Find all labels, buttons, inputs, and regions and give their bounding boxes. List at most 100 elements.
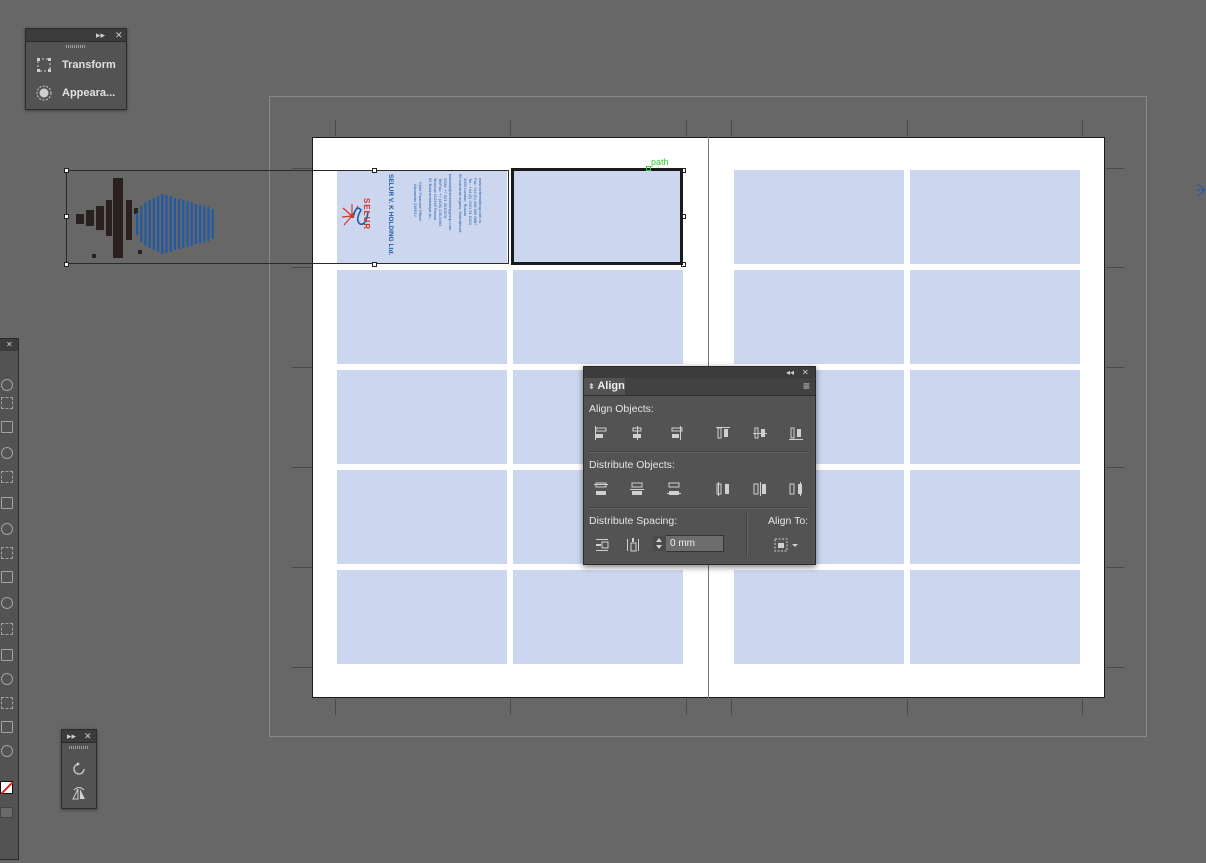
lasso-tool-icon[interactable] (1, 397, 13, 409)
transform-panel-button[interactable]: Transform (36, 57, 116, 73)
align-to-divider (746, 513, 748, 557)
card-cell[interactable] (337, 270, 507, 364)
stepper-up-icon[interactable] (656, 538, 662, 542)
transform-label: Transform (62, 59, 116, 71)
drawing-mode-button[interactable] (0, 807, 13, 818)
type-tool-icon[interactable] (1, 421, 13, 433)
graph-tool-icon[interactable] (1, 571, 13, 583)
card-cell[interactable] (513, 270, 683, 364)
horizontal-align-left-button[interactable] (592, 424, 610, 442)
align-panel-titlebar[interactable]: ◂◂ ✕ (584, 367, 815, 378)
card-cell[interactable] (513, 570, 683, 664)
help-tool-icon[interactable] (1, 745, 13, 757)
crop-mark (292, 267, 312, 268)
crop-mark (1082, 699, 1083, 715)
vertical-distribute-top-button[interactable] (592, 480, 610, 498)
align-to-dropdown[interactable] (772, 536, 802, 554)
selected-card-cell[interactable] (511, 168, 683, 265)
card-cell[interactable] (734, 270, 904, 364)
card-cell[interactable] (734, 170, 904, 264)
align-to-selection-icon (774, 538, 798, 552)
zoom-tool-icon[interactable] (1, 721, 13, 733)
divider (589, 451, 809, 453)
crop-mark (731, 120, 732, 136)
symbol-sprayer-tool-icon[interactable] (1, 673, 13, 685)
eraser-tool-icon[interactable] (1, 497, 13, 509)
tools-panel-titlebar[interactable]: ✕ (0, 339, 18, 351)
spacing-value-field[interactable]: 0 mm (666, 535, 724, 552)
rectangle-tool-icon[interactable] (1, 447, 13, 459)
vertical-align-top-icon (716, 427, 730, 439)
stepper-down-icon[interactable] (656, 545, 662, 549)
panel-titlebar[interactable]: ▸▸ ✕ (26, 29, 126, 42)
divider (589, 507, 809, 509)
scale-tool-icon[interactable] (1, 523, 13, 535)
vertical-align-bottom-button[interactable] (787, 424, 805, 442)
close-icon[interactable]: ✕ (802, 367, 809, 378)
selection-handle[interactable] (64, 168, 69, 173)
card-cell[interactable] (910, 370, 1080, 464)
panel-titlebar[interactable]: ▸▸ ✕ (62, 730, 96, 743)
vertical-distribute-bottom-button[interactable] (665, 480, 683, 498)
horizontal-distribute-space-button[interactable] (624, 536, 642, 554)
selection-handle[interactable] (372, 168, 377, 173)
appearance-icon (36, 85, 52, 101)
mesh-tool-icon[interactable] (1, 597, 13, 609)
crop-mark (1106, 367, 1124, 368)
close-icon[interactable]: ✕ (84, 730, 92, 742)
horizontal-distribute-right-button[interactable] (787, 480, 805, 498)
blend-tool-icon[interactable] (1, 649, 13, 661)
card-cell[interactable] (910, 270, 1080, 364)
card-cell[interactable] (734, 570, 904, 664)
horizontal-align-center-button[interactable] (628, 424, 646, 442)
card-cell[interactable] (337, 470, 507, 564)
crop-mark (1106, 567, 1124, 568)
rotate-icon[interactable] (71, 761, 87, 777)
reflect-icon[interactable] (71, 785, 87, 801)
card-cell[interactable] (337, 370, 507, 464)
spacing-value: 0 mm (670, 538, 695, 549)
panel-grip[interactable] (66, 45, 86, 48)
card-cell[interactable] (910, 570, 1080, 664)
gradient-tool-icon[interactable] (1, 623, 13, 635)
vertical-align-center-icon (753, 427, 767, 439)
vertical-distribute-center-icon (630, 482, 644, 495)
appearance-panel-button[interactable]: Appeara... (36, 85, 115, 101)
crop-mark (907, 120, 908, 136)
crop-mark (686, 699, 687, 715)
horizontal-distribute-center-button[interactable] (751, 480, 769, 498)
path-smart-guide-label: path (651, 157, 669, 167)
panel-menu-icon[interactable]: ≡ (803, 378, 810, 395)
close-icon[interactable]: ✕ (115, 29, 123, 41)
distribute-objects-label: Distribute Objects: (589, 459, 675, 471)
vertical-align-center-button[interactable] (751, 424, 769, 442)
tab-align[interactable]: ⬍ Align (584, 378, 625, 395)
spacing-stepper[interactable] (653, 536, 667, 551)
close-icon[interactable]: ✕ (6, 339, 13, 351)
vertical-distribute-space-button[interactable] (593, 536, 611, 554)
collapse-button[interactable]: ▸▸ (96, 29, 105, 41)
vertical-align-bottom-icon (789, 427, 803, 440)
fill-stroke-swatch[interactable] (0, 781, 14, 795)
collapse-button[interactable]: ◂◂ (786, 367, 794, 378)
selection-tool-icon[interactable] (1, 379, 13, 391)
card-cell[interactable] (910, 170, 1080, 264)
slice-tool-icon[interactable] (1, 697, 13, 709)
selection-handle[interactable] (372, 262, 377, 267)
horizontal-distribute-left-button[interactable] (714, 480, 732, 498)
panel-grip[interactable] (69, 746, 89, 749)
selection-handle[interactable] (64, 262, 69, 267)
offscreen-object-icon (1197, 183, 1206, 197)
pencil-tool-icon[interactable] (1, 471, 13, 483)
card-cell[interactable] (337, 570, 507, 664)
free-transform-tool-icon[interactable] (1, 547, 13, 559)
vertical-align-top-button[interactable] (714, 424, 732, 442)
selection-bounding-box[interactable] (66, 170, 509, 264)
selection-handle[interactable] (64, 214, 69, 219)
tools-panel: ✕ (0, 338, 19, 860)
vertical-distribute-center-button[interactable] (628, 480, 646, 498)
card-cell[interactable] (910, 470, 1080, 564)
collapse-button[interactable]: ▸▸ (67, 730, 76, 742)
horizontal-align-right-button[interactable] (665, 424, 683, 442)
anchor-point-marker (646, 166, 651, 171)
